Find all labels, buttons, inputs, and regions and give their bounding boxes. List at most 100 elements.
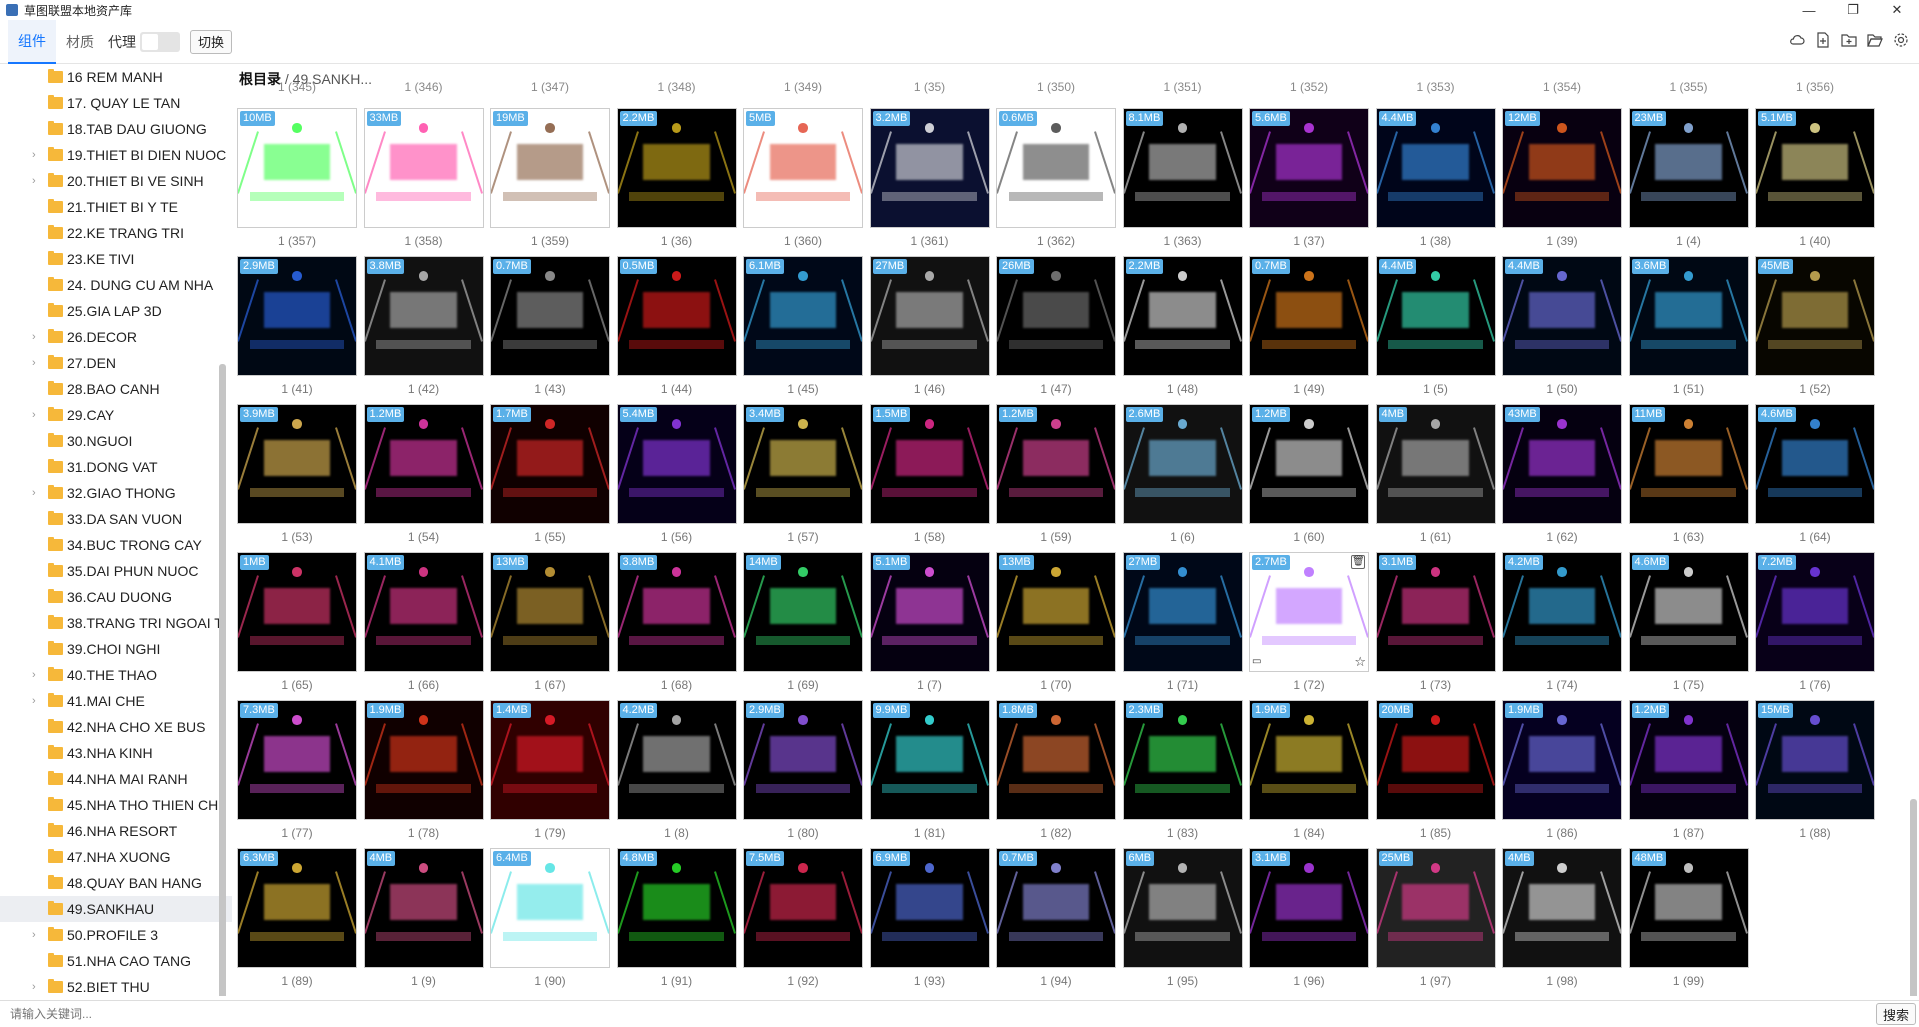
- asset-thumbnail[interactable]: 1.2MB: [363, 404, 484, 524]
- asset-thumbnail[interactable]: 5MB: [743, 108, 863, 228]
- proxy-toggle[interactable]: [140, 31, 180, 52]
- sidebar-folder-item[interactable]: 23.KE TIVI: [0, 246, 232, 272]
- sidebar-folder-item[interactable]: 18.TAB DAU GIUONG: [0, 116, 232, 142]
- sidebar-folder-item[interactable]: 45.NHA THO THIEN CH: [0, 792, 232, 818]
- asset-card[interactable]: 5.4MB 1 (56): [616, 404, 737, 550]
- asset-thumbnail[interactable]: 4.4MB: [1502, 256, 1622, 376]
- sidebar-folder-item[interactable]: 36.CAU DUONG: [0, 584, 232, 610]
- asset-card[interactable]: 33MB 1 (358): [363, 108, 484, 254]
- asset-thumbnail[interactable]: 5.1MB: [869, 552, 990, 672]
- asset-card[interactable]: 7.2MB 1 (76): [1755, 552, 1875, 698]
- tag-icon[interactable]: ▭: [1252, 656, 1261, 667]
- asset-card[interactable]: 6.9MB 1 (93): [869, 848, 990, 994]
- asset-card[interactable]: 1.2MB 1 (60): [1249, 404, 1369, 550]
- asset-card[interactable]: 4.4MB 1 (5): [1375, 256, 1496, 402]
- asset-card[interactable]: 6.3MB 1 (89): [237, 848, 357, 994]
- asset-card[interactable]: 4MB 1 (9): [363, 848, 484, 994]
- asset-card[interactable]: 0.5MB 1 (44): [616, 256, 737, 402]
- asset-thumbnail[interactable]: 9.9MB: [869, 700, 990, 820]
- asset-card[interactable]: 7.5MB 1 (92): [743, 848, 863, 994]
- asset-card[interactable]: 5MB 1 (360): [743, 108, 863, 254]
- asset-thumbnail[interactable]: 2.2MB: [1122, 256, 1243, 376]
- asset-thumbnail[interactable]: 0.5MB: [616, 256, 737, 376]
- asset-card[interactable]: 2.6MB 1 (6): [1122, 404, 1243, 550]
- sidebar-folder-item[interactable]: 38.TRANG TRI NGOAI T: [0, 610, 232, 636]
- sidebar-folder-item[interactable]: › 50.PROFILE 3: [0, 922, 232, 948]
- asset-thumbnail[interactable]: 0.7MB: [996, 848, 1116, 968]
- asset-card[interactable]: 27MB 1 (71): [1122, 552, 1243, 698]
- asset-thumbnail[interactable]: 4.1MB: [363, 552, 484, 672]
- asset-card[interactable]: 6.1MB 1 (45): [743, 256, 863, 402]
- sidebar-folder-item[interactable]: 21.THIET BI Y TE: [0, 194, 232, 220]
- asset-thumbnail[interactable]: 1.8MB: [996, 700, 1116, 820]
- asset-thumbnail[interactable]: 4.4MB: [1375, 108, 1496, 228]
- add-folder-icon[interactable]: [1839, 30, 1859, 50]
- asset-thumbnail[interactable]: 5.1MB: [1755, 108, 1875, 228]
- asset-thumbnail[interactable]: 0.7MB: [1249, 256, 1369, 376]
- sidebar-folder-item[interactable]: 30.NGUOI: [0, 428, 232, 454]
- asset-thumbnail[interactable]: 3.1MB: [1375, 552, 1496, 672]
- asset-thumbnail[interactable]: 8.1MB: [1122, 108, 1243, 228]
- sidebar-folder-item[interactable]: 22.KE TRANG TRI: [0, 220, 232, 246]
- asset-card[interactable]: 9.9MB 1 (81): [869, 700, 990, 846]
- asset-card[interactable]: 4MB 1 (61): [1375, 404, 1496, 550]
- new-file-icon[interactable]: [1813, 30, 1833, 50]
- asset-card[interactable]: 0.6MB 1 (362): [996, 108, 1116, 254]
- asset-card[interactable]: 7.3MB 1 (77): [237, 700, 357, 846]
- sidebar-folder-item[interactable]: › 26.DECOR: [0, 324, 232, 350]
- asset-card[interactable]: 3.4MB 1 (57): [743, 404, 863, 550]
- asset-thumbnail[interactable]: 12MB: [1502, 108, 1622, 228]
- asset-thumbnail[interactable]: 6.3MB: [237, 848, 357, 968]
- asset-thumbnail[interactable]: 1.2MB: [1628, 700, 1749, 820]
- asset-thumbnail[interactable]: 7.2MB: [1755, 552, 1875, 672]
- sidebar-folder-item[interactable]: › 20.THIET BI VE SINH: [0, 168, 232, 194]
- asset-card[interactable]: 13MB 1 (67): [490, 552, 610, 698]
- sidebar-folder-item[interactable]: › 27.DEN: [0, 350, 232, 376]
- asset-card[interactable]: 1MB 1 (65): [237, 552, 357, 698]
- asset-thumbnail[interactable]: 2.2MB: [616, 108, 737, 228]
- sidebar-folder-item[interactable]: 16 REM MANH: [0, 64, 232, 90]
- asset-card[interactable]: 0.7MB 1 (94): [996, 848, 1116, 994]
- chevron-right-icon[interactable]: ›: [32, 357, 36, 369]
- asset-thumbnail[interactable]: 4.2MB: [1502, 552, 1622, 672]
- asset-thumbnail[interactable]: 1.2MB: [996, 404, 1116, 524]
- asset-card[interactable]: 25MB 1 (97): [1375, 848, 1496, 994]
- chevron-right-icon[interactable]: ›: [32, 409, 36, 421]
- asset-thumbnail[interactable]: 6.4MB: [490, 848, 610, 968]
- asset-card[interactable]: 1.5MB 1 (58): [869, 404, 990, 550]
- asset-card[interactable]: 15MB 1 (88): [1755, 700, 1875, 846]
- chevron-right-icon[interactable]: ›: [32, 981, 36, 993]
- asset-card[interactable]: 1.2MB 1 (59): [996, 404, 1116, 550]
- asset-card[interactable]: 11MB 1 (63): [1628, 404, 1749, 550]
- sidebar-scrollbar[interactable]: [219, 364, 226, 996]
- asset-card[interactable]: 1.2MB 1 (54): [363, 404, 484, 550]
- asset-thumbnail[interactable]: 2.9MB: [743, 700, 863, 820]
- sidebar-folder-item[interactable]: 39.CHOI NGHI: [0, 636, 232, 662]
- sidebar-folder-item[interactable]: › 32.GIAO THONG: [0, 480, 232, 506]
- sidebar-folder-item[interactable]: 28.BAO CANH: [0, 376, 232, 402]
- sidebar-folder-item[interactable]: 46.NHA RESORT: [0, 818, 232, 844]
- sidebar-folder-item[interactable]: 25.GIA LAP 3D: [0, 298, 232, 324]
- asset-card[interactable]: 1.7MB 1 (55): [490, 404, 610, 550]
- asset-thumbnail[interactable]: 5.6MB: [1249, 108, 1369, 228]
- asset-thumbnail[interactable]: 4MB: [1502, 848, 1622, 968]
- asset-card[interactable]: 48MB 1 (99): [1628, 848, 1749, 994]
- asset-card[interactable]: 20MB 1 (85): [1375, 700, 1496, 846]
- asset-thumbnail[interactable]: 1.9MB: [1249, 700, 1369, 820]
- asset-thumbnail[interactable]: 27MB: [1122, 552, 1243, 672]
- asset-card[interactable]: 3.1MB 1 (96): [1249, 848, 1369, 994]
- sidebar-folder-item[interactable]: 35.DAI PHUN NUOC: [0, 558, 232, 584]
- asset-thumbnail[interactable]: 25MB: [1375, 848, 1496, 968]
- asset-thumbnail[interactable]: 6.9MB: [869, 848, 990, 968]
- asset-card[interactable]: 5.6MB 1 (37): [1249, 108, 1369, 254]
- asset-thumbnail[interactable]: 33MB: [363, 108, 484, 228]
- asset-thumbnail[interactable]: 4.6MB: [1755, 404, 1875, 524]
- asset-card[interactable]: 2.9MB 1 (80): [743, 700, 863, 846]
- asset-thumbnail[interactable]: 11MB: [1628, 404, 1749, 524]
- star-icon[interactable]: ☆: [1354, 654, 1366, 670]
- asset-card[interactable]: 43MB 1 (62): [1502, 404, 1622, 550]
- asset-thumbnail[interactable]: 27MB: [869, 256, 990, 376]
- asset-thumbnail[interactable]: 3.6MB: [1628, 256, 1749, 376]
- asset-thumbnail[interactable]: 7.3MB: [237, 700, 357, 820]
- asset-card[interactable]: 2.9MB 1 (41): [237, 256, 357, 402]
